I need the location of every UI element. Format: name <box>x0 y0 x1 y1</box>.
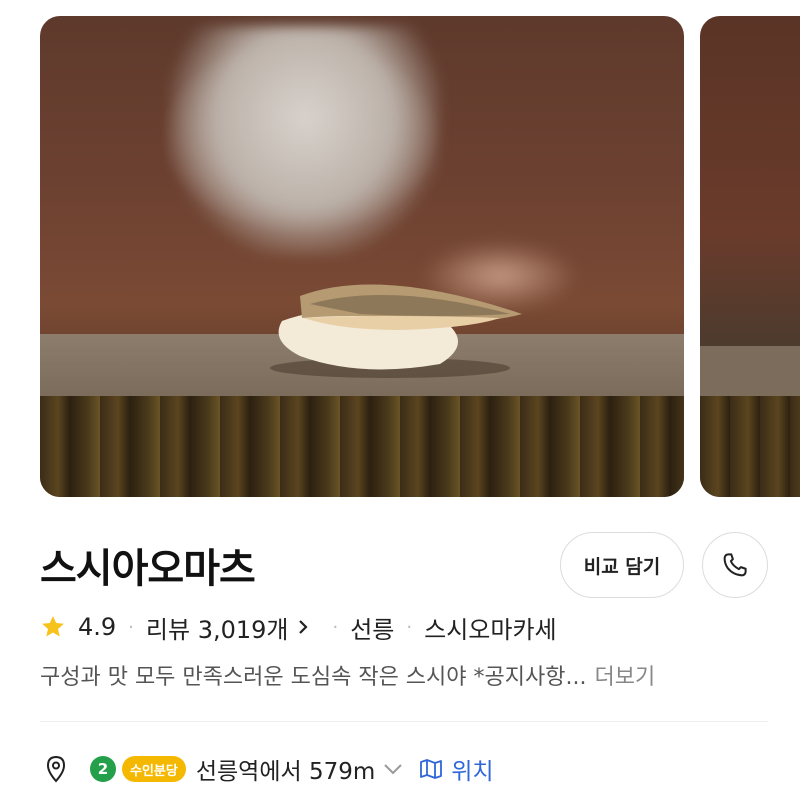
phone-button[interactable] <box>702 532 768 598</box>
review-link[interactable]: 리뷰 3,019개 <box>146 610 311 645</box>
restaurant-photo[interactable] <box>40 16 684 497</box>
rating-row: 4.9 · 리뷰 3,019개 · 선릉 · 스시오마카세 <box>40 610 557 644</box>
store-description: 구성과 맛 모두 만족스러운 도심속 작은 스시야 *공지사항... <box>40 665 587 690</box>
separator-dot: · <box>406 616 413 638</box>
chevron-down-icon[interactable] <box>383 763 403 775</box>
map-link-label: 위치 <box>451 759 494 785</box>
photo-carousel[interactable] <box>0 0 800 500</box>
subway-suin-bundang-badge: 수인분당 <box>122 756 186 782</box>
sushi-illustration <box>270 284 522 378</box>
star-icon <box>42 615 64 637</box>
review-count: 리뷰 3,019개 <box>145 615 289 644</box>
phone-icon <box>723 553 747 577</box>
map-icon <box>420 759 443 779</box>
map-location-link[interactable]: 위치 <box>419 752 494 786</box>
next-photo[interactable] <box>700 16 800 497</box>
area-tag[interactable]: 선릉 <box>350 610 394 645</box>
photo-counter-top <box>700 346 800 396</box>
photo-background-chef <box>170 26 440 256</box>
station-distance: 선릉역에서 579m <box>195 759 376 785</box>
description-row: 구성과 맛 모두 만족스러운 도심속 작은 스시야 *공지사항... 더보기 <box>40 659 770 691</box>
category-tag[interactable]: 스시오마카세 <box>424 610 556 645</box>
store-name: 스시아오마츠 <box>40 546 256 592</box>
divider <box>40 721 768 722</box>
photo-counter-wood <box>40 396 684 497</box>
chevron-right-icon <box>299 620 309 634</box>
rating-value: 4.9 <box>78 613 117 641</box>
separator-dot: · <box>128 616 134 638</box>
separator-dot: · <box>332 616 339 638</box>
photo-counter-wood <box>700 396 800 497</box>
location-row: 2 수인분당 선릉역에서 579m 위치 <box>44 752 494 786</box>
subway-line-2-badge: 2 <box>90 756 116 782</box>
pin-icon <box>46 755 66 783</box>
more-button[interactable]: 더보기 <box>594 659 655 691</box>
compare-button[interactable]: 비교 담기 <box>560 532 684 598</box>
